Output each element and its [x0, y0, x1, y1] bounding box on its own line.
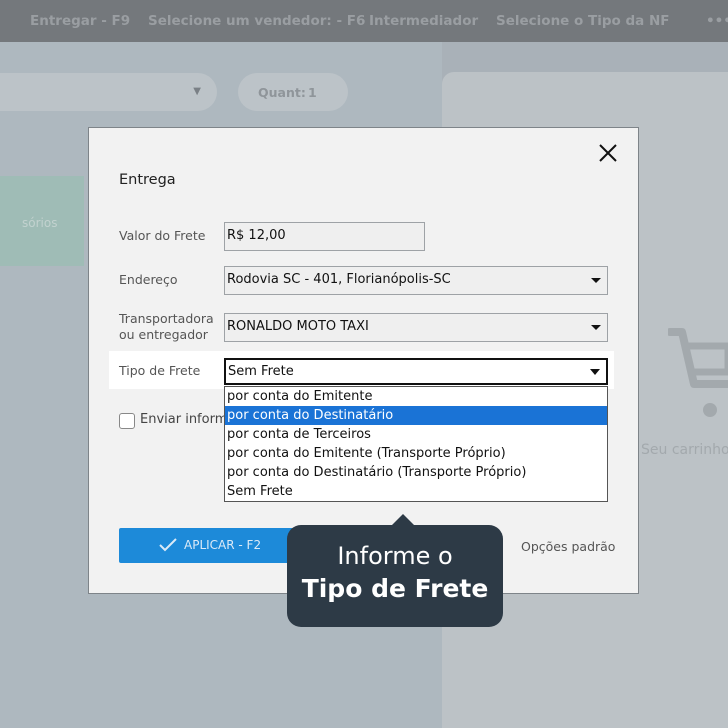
intermediary-tab[interactable]: Intermediador	[369, 13, 478, 29]
hint-tooltip: Informe o Tipo de Frete	[287, 525, 503, 627]
apply-button[interactable]: APLICAR - F2	[119, 528, 309, 563]
category-tile[interactable]: sórios	[0, 176, 84, 266]
check-icon	[159, 538, 177, 552]
freight-option-destinatario[interactable]: por conta do Destinatário	[225, 406, 607, 425]
empty-cart-text: Seu carrinho	[641, 442, 728, 458]
hint-line2: Tipo de Frete	[301, 574, 489, 603]
freight-option-sem-frete[interactable]: Sem Frete	[225, 482, 607, 501]
freight-value-label: Valor do Frete	[119, 228, 206, 243]
freight-option-emitente-proprio[interactable]: por conta do Emitente (Transporte Própri…	[225, 444, 607, 463]
carrier-select[interactable]: RONALDO MOTO TAXI	[224, 313, 608, 342]
freight-type-select[interactable]: Sem Frete	[224, 358, 608, 385]
top-toolbar: Entregar - F9 Selecione um vendedor: - F…	[0, 0, 728, 42]
freight-option-destinatario-proprio[interactable]: por conta do Destinatário (Transporte Pr…	[225, 463, 607, 482]
quantity-field[interactable]: Quant: 1	[238, 73, 348, 111]
freight-option-emitente[interactable]: por conta do Emitente	[225, 387, 607, 406]
freight-type-options: por conta do Emitente por conta do Desti…	[224, 386, 608, 502]
category-tile-label: sórios	[22, 216, 58, 230]
apply-button-label: APLICAR - F2	[184, 538, 262, 552]
quantity-label: Quant:	[258, 85, 306, 100]
carrier-label-line2: ou entregador	[119, 327, 208, 342]
send-info-checkbox[interactable]	[119, 413, 135, 429]
quantity-value: 1	[308, 85, 317, 100]
hint-line1: Informe o	[337, 542, 453, 570]
product-select[interactable]: ▼	[0, 73, 217, 111]
default-options-link[interactable]: Opções padrão	[521, 539, 615, 554]
nf-type-tab[interactable]: Selecione o Tipo da NF	[496, 13, 669, 29]
deliver-tab[interactable]: Entregar - F9	[30, 13, 130, 29]
address-select[interactable]: Rodovia SC - 401, Florianópolis-SC	[224, 266, 608, 295]
close-icon[interactable]	[598, 143, 618, 163]
address-label: Endereço	[119, 272, 178, 287]
seller-select-tab[interactable]: Selecione um vendedor: - F6	[148, 13, 365, 29]
send-info-label: Enviar informações	[140, 412, 224, 427]
carrier-label-line1: Transportadora	[119, 311, 214, 326]
chevron-down-icon: ▼	[193, 86, 201, 97]
modal-title: Entrega	[119, 172, 176, 188]
freight-option-terceiros[interactable]: por conta de Terceiros	[225, 425, 607, 444]
cart-icon	[668, 328, 728, 417]
more-menu-icon[interactable]: •••	[706, 13, 728, 29]
freight-type-label: Tipo de Frete	[119, 363, 201, 378]
freight-value-input[interactable]: R$ 12,00	[224, 222, 425, 251]
